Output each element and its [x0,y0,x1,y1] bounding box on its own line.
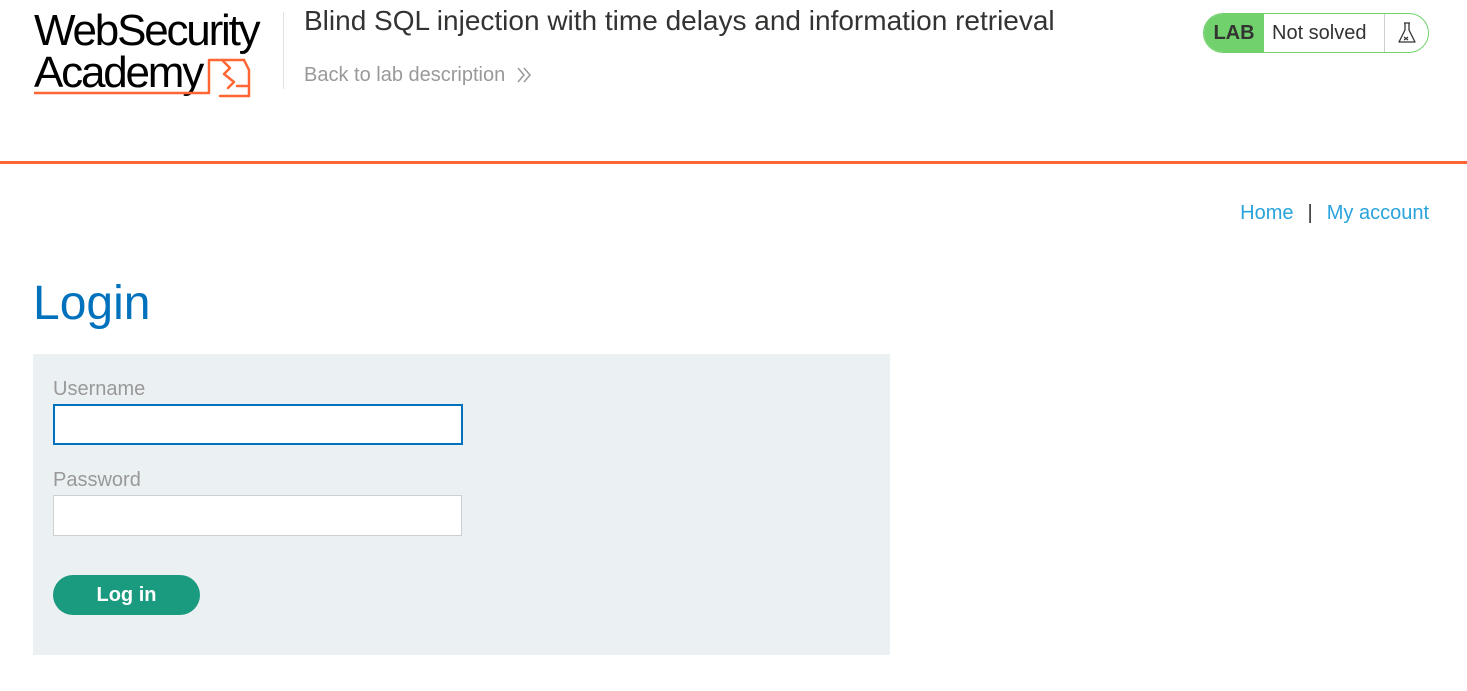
nav-my-account-link[interactable]: My account [1327,200,1429,226]
username-label: Username [53,378,146,400]
password-input[interactable] [53,495,462,536]
lab-title: Blind SQL injection with time delays and… [304,5,1055,36]
lab-status-text: Not solved [1272,21,1367,44]
lab-header: WebSecurity Academy Blind SQL injection … [0,0,1467,164]
flask-icon [1397,22,1416,43]
password-label: Password [53,469,141,491]
academy-logo-mark-icon [34,58,251,98]
username-input[interactable] [53,404,463,445]
lab-badge: LAB [1204,14,1264,52]
double-chevron-right-icon [517,67,532,83]
page-title: Login [33,277,151,330]
log-in-button[interactable]: Log in [53,575,200,615]
top-navigation: Home | My account [1240,200,1429,226]
back-to-lab-description-link[interactable]: Back to lab description [304,62,533,88]
back-link-label: Back to lab description [304,64,506,86]
nav-separator: | [1307,202,1313,224]
header-divider [283,12,284,89]
login-form: Username Password Log in [33,354,890,655]
flask-icon-container [1384,14,1428,52]
nav-home-link[interactable]: Home [1240,200,1293,226]
lab-status-widget: LAB Not solved [1203,13,1429,53]
web-security-academy-logo[interactable]: WebSecurity Academy [34,9,280,102]
